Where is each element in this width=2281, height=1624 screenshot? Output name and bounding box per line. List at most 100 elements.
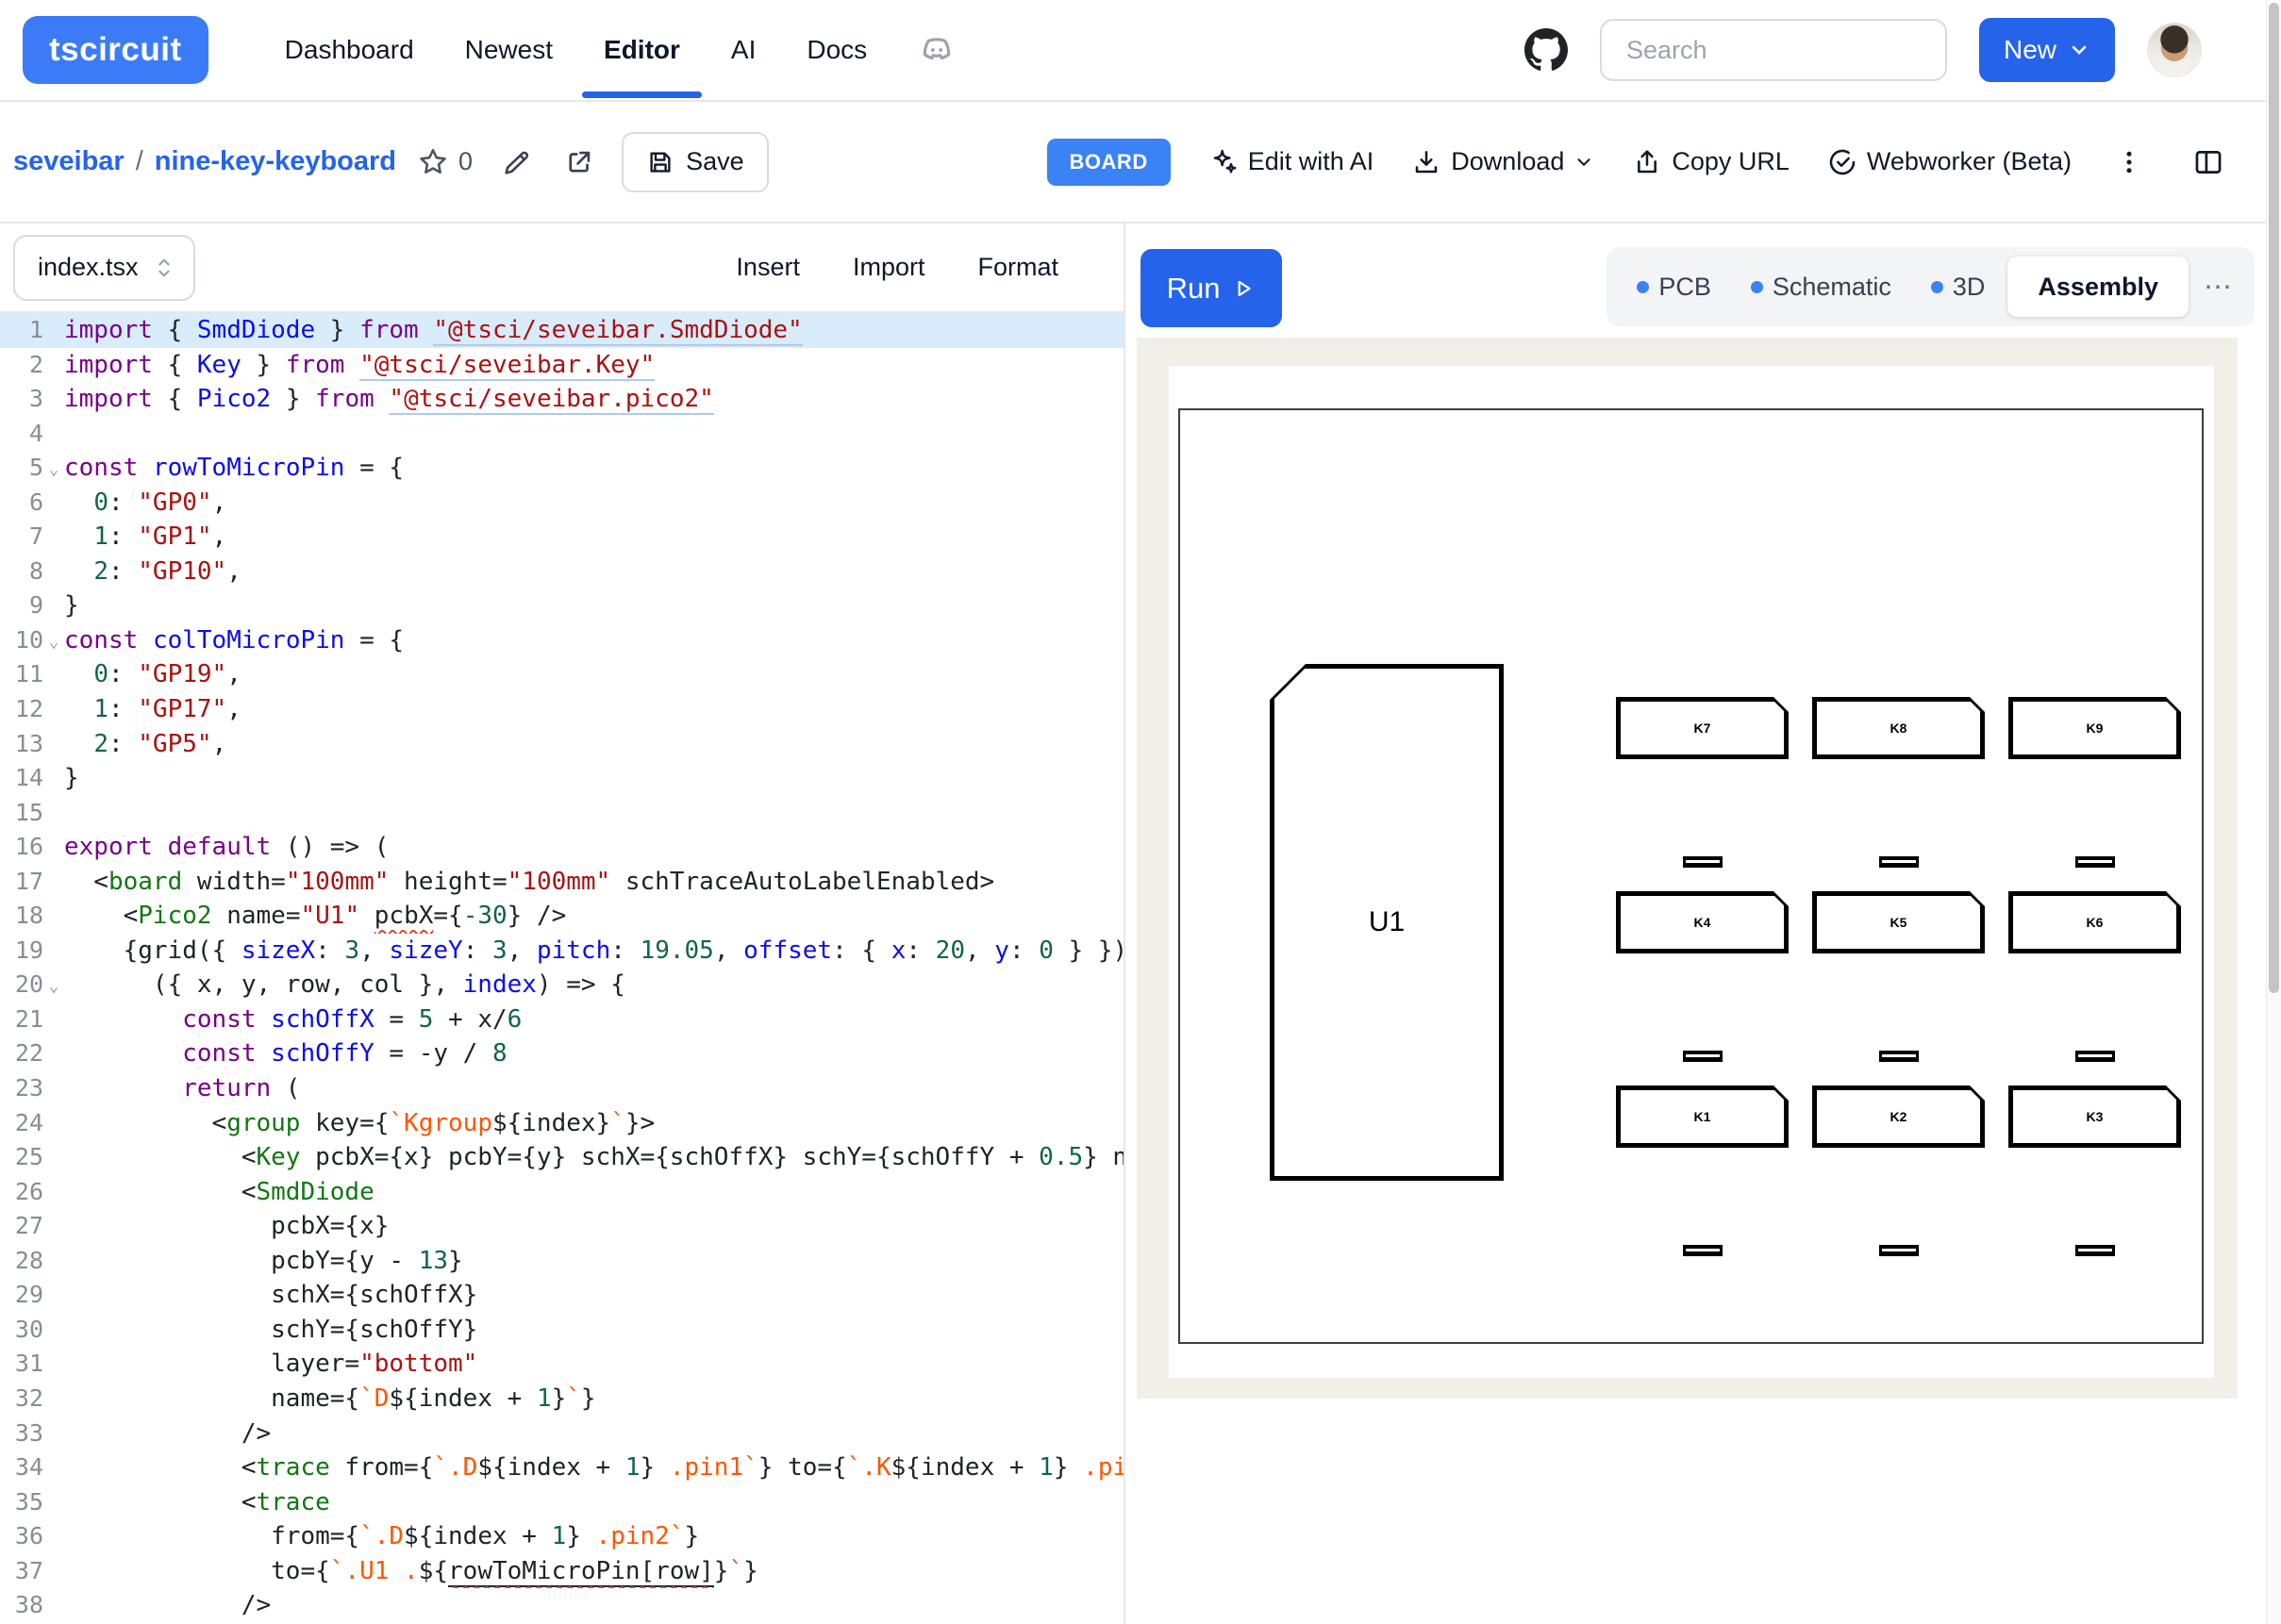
code-line[interactable]: 6 0: "GP0", <box>0 486 1124 521</box>
line-number: 33 <box>0 1417 43 1451</box>
code-line[interactable]: 20⌄ ({ x, y, row, col }, index) => { <box>0 968 1124 1003</box>
line-number: 2 <box>0 348 43 383</box>
code-line[interactable]: 21 const schOffX = 5 + x/6 <box>0 1003 1124 1037</box>
avatar[interactable] <box>2147 23 2202 77</box>
code-text: schY={schOffY} <box>64 1313 1124 1348</box>
nav-link-editor[interactable]: Editor <box>578 0 706 100</box>
code-lines[interactable]: 1import { SmdDiode } from "@tsci/seveiba… <box>0 313 1124 1624</box>
component-diode <box>1879 1051 1919 1062</box>
tabs-more-button[interactable]: ⋯ <box>2194 271 2241 304</box>
code-line[interactable]: 23 return ( <box>0 1071 1124 1106</box>
ref-label: K2 <box>1812 1085 1985 1148</box>
code-text: pcbY={y - 13} <box>64 1244 1124 1279</box>
code-line[interactable]: 26 <SmdDiode <box>0 1175 1124 1210</box>
code-line[interactable]: 37 to={`.U1 .${rowToMicroPin[row]}`} <box>0 1554 1124 1589</box>
line-number: 35 <box>0 1485 43 1520</box>
tab-assembly[interactable]: Assembly <box>2007 257 2189 317</box>
code-line[interactable]: 14} <box>0 761 1124 796</box>
code-line[interactable]: 12 1: "GP17", <box>0 692 1124 727</box>
top-navbar: tscircuit DashboardNewestEditorAIDocs Ne… <box>0 0 2281 102</box>
code-text: 1: "GP1", <box>64 520 1124 555</box>
nav-link-docs[interactable]: Docs <box>781 0 892 100</box>
copy-url-button[interactable]: Copy URL <box>1632 147 1790 177</box>
tab-pcb[interactable]: PCB <box>1620 257 1728 317</box>
nav-link-ai[interactable]: AI <box>706 0 781 100</box>
star-button[interactable] <box>411 141 455 184</box>
code-text: schX={schOffX} <box>64 1278 1124 1313</box>
code-line[interactable]: 8 2: "GP10", <box>0 555 1124 589</box>
scrollbar-thumb[interactable] <box>2269 3 2279 993</box>
code-line[interactable]: 3import { Pico2 } from "@tsci/seveibar.p… <box>0 382 1124 417</box>
search-input[interactable] <box>1600 19 1947 81</box>
nav-link-newest[interactable]: Newest <box>440 0 578 100</box>
code-line[interactable]: 13 2: "GP5", <box>0 727 1124 762</box>
code-line[interactable]: 10⌄const colToMicroPin = { <box>0 623 1124 658</box>
code-line[interactable]: 32 name={`D${index + 1}`} <box>0 1382 1124 1417</box>
code-line[interactable]: 11 0: "GP19", <box>0 657 1124 692</box>
code-line[interactable]: 24 <group key={`Kgroup${index}`}> <box>0 1106 1124 1141</box>
github-icon[interactable] <box>1524 28 1568 72</box>
fold-icon[interactable]: ⌄ <box>43 623 64 658</box>
nav-link-dashboard[interactable]: Dashboard <box>259 0 440 100</box>
fold-icon[interactable]: ⌄ <box>43 451 64 486</box>
save-button[interactable]: Save <box>622 132 769 192</box>
component-k9: K9 <box>2008 697 2181 759</box>
code-line[interactable]: 17 <board width="100mm" height="100mm" s… <box>0 865 1124 900</box>
code-line[interactable]: 22 const schOffY = -y / 8 <box>0 1036 1124 1071</box>
code-line[interactable]: 9} <box>0 588 1124 623</box>
share-button[interactable] <box>558 141 601 184</box>
code-line[interactable]: 7 1: "GP1", <box>0 520 1124 555</box>
code-line[interactable]: 34 <trace from={`.D${index + 1} .pin1`} … <box>0 1450 1124 1485</box>
code-line[interactable]: 1import { SmdDiode } from "@tsci/seveiba… <box>0 313 1124 348</box>
code-line[interactable]: 25 <Key pcbX={x} pcbY={y} schX={schOffX}… <box>0 1140 1124 1175</box>
code-line[interactable]: 30 schY={schOffY} <box>0 1313 1124 1348</box>
menu-format[interactable]: Format <box>977 253 1058 282</box>
kebab-menu-button[interactable] <box>2109 142 2149 182</box>
new-button[interactable]: New <box>1979 18 2115 82</box>
download-button[interactable]: Download <box>1411 147 1594 177</box>
fold-icon[interactable]: ⌄ <box>43 968 64 1003</box>
tab-schematic[interactable]: Schematic <box>1734 257 1908 317</box>
edit-with-ai-button[interactable]: Edit with AI <box>1208 147 1374 177</box>
tscircuit-logo[interactable]: tscircuit <box>23 16 208 84</box>
ref-label: K8 <box>1812 697 1985 759</box>
run-button[interactable]: Run <box>1140 249 1282 327</box>
code-line[interactable]: 31 layer="bottom" <box>0 1347 1124 1382</box>
code-line[interactable]: 33 /> <box>0 1417 1124 1451</box>
diode-stripe <box>1686 1054 1720 1057</box>
code-line[interactable]: 19 {grid({ sizeX: 3, sizeY: 3, pitch: 19… <box>0 934 1124 969</box>
discord-icon[interactable] <box>917 30 957 70</box>
code-line[interactable]: 5⌄const rowToMicroPin = { <box>0 451 1124 486</box>
code-line[interactable]: 29 schX={schOffX} <box>0 1278 1124 1313</box>
diode-stripe <box>1882 1054 1916 1057</box>
nav-right-cluster: New <box>1524 18 2258 82</box>
breadcrumb-name[interactable]: nine-key-keyboard <box>155 146 396 177</box>
assembly-canvas[interactable]: U1K7K8K9K4K5K6K1K2K3 <box>1169 366 2214 1378</box>
edit-title-button[interactable] <box>495 141 539 184</box>
code-line[interactable]: 28 pcbY={y - 13} <box>0 1244 1124 1279</box>
code-line[interactable]: 18 <Pico2 name="U1" pcbX={-30} /> <box>0 899 1124 934</box>
code-line[interactable]: 2import { Key } from "@tsci/seveibar.Key… <box>0 348 1124 383</box>
board-badge[interactable]: BOARD <box>1047 139 1171 186</box>
code-line[interactable]: 4 <box>0 417 1124 452</box>
tab-3d[interactable]: 3D <box>1914 257 2003 317</box>
page-scrollbar[interactable] <box>2266 0 2281 1624</box>
code-line[interactable]: 27 pcbX={x} <box>0 1209 1124 1244</box>
line-number: 32 <box>0 1382 43 1417</box>
webworker-button[interactable]: Webworker (Beta) <box>1827 147 2072 177</box>
panel-toggle-button[interactable] <box>2187 141 2230 184</box>
menu-insert[interactable]: Insert <box>736 253 800 282</box>
code-text: 0: "GP19", <box>64 657 1124 692</box>
line-number: 10 <box>0 623 43 658</box>
code-line[interactable]: 38 /> <box>0 1588 1124 1623</box>
code-text: <group key={`Kgroup${index}`}> <box>64 1106 1124 1141</box>
code-text: <trace <box>64 1485 1124 1520</box>
code-line[interactable]: 16export default () => ( <box>0 830 1124 865</box>
code-line[interactable]: 35 <trace <box>0 1485 1124 1520</box>
file-select[interactable]: index.tsx <box>13 235 195 301</box>
breadcrumb-owner[interactable]: seveibar <box>13 146 125 177</box>
menu-import[interactable]: Import <box>853 253 925 282</box>
code-line[interactable]: 15 <box>0 796 1124 831</box>
up-down-chevrons-icon <box>154 256 175 280</box>
code-line[interactable]: 36 from={`.D${index + 1} .pin2`} <box>0 1519 1124 1554</box>
